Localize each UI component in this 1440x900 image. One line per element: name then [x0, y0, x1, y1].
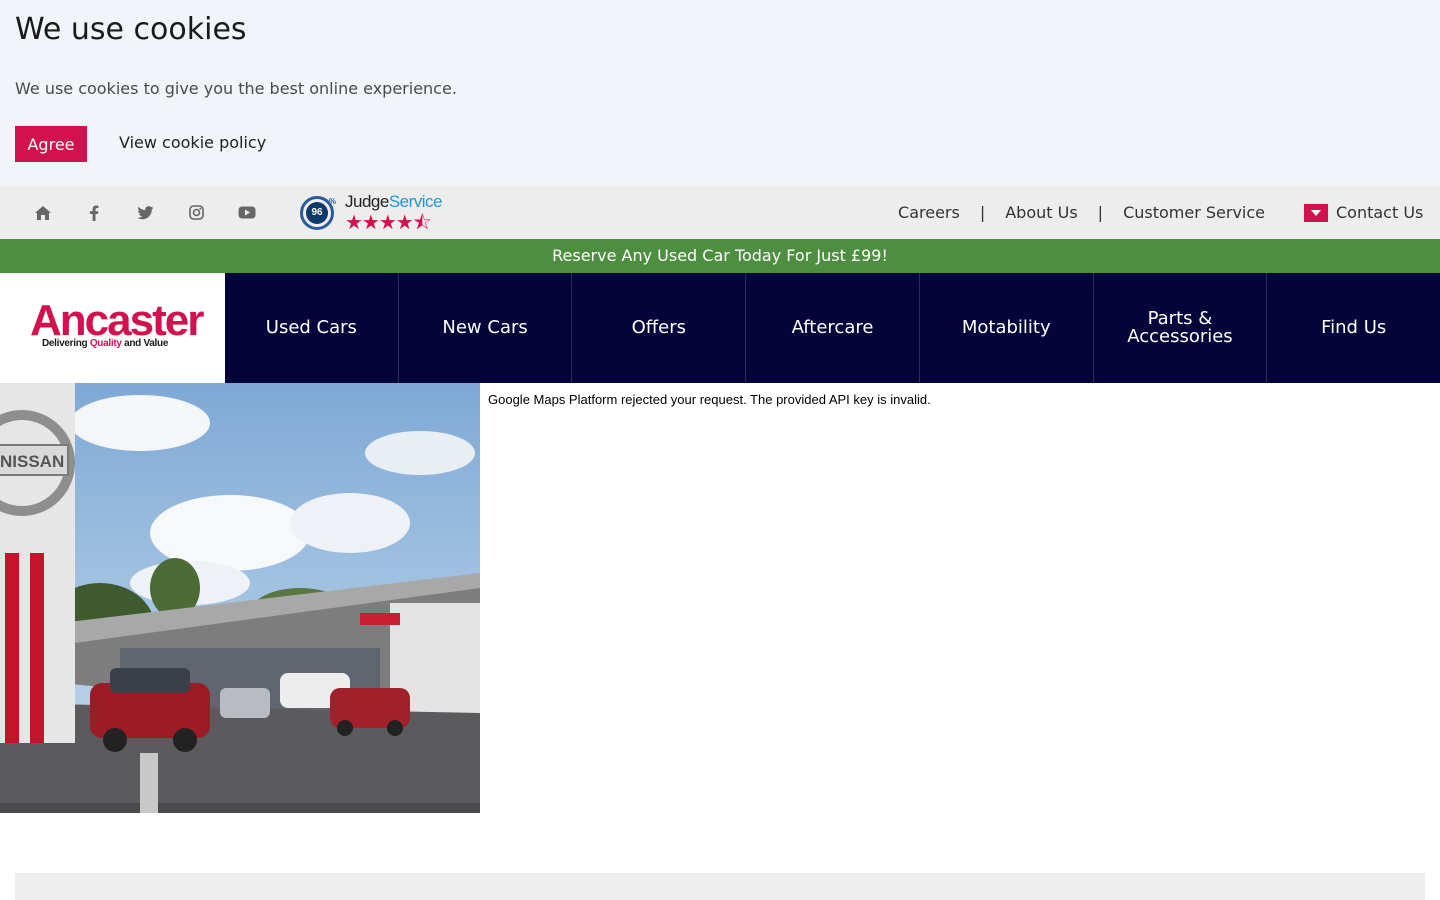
social-links [30, 186, 285, 239]
content-panel [15, 873, 1425, 900]
promo-banner[interactable]: Reserve Any Used Car Today For Just £99! [0, 239, 1440, 273]
nav-new-cars[interactable]: New Cars [397, 273, 572, 383]
utility-bar: 96 % JudgeService ★★★★⯪ Careers | About … [0, 186, 1440, 239]
twitter-icon[interactable] [132, 200, 158, 226]
nav-used-cars[interactable]: Used Cars [225, 273, 398, 383]
judge-score-ring: 96 % [300, 196, 336, 230]
nav-aftercare[interactable]: Aftercare [745, 273, 919, 383]
youtube-icon[interactable] [234, 200, 260, 226]
about-us-link[interactable]: About Us [1005, 203, 1077, 222]
dealership-photo: NISSAN [0, 383, 480, 813]
nav-parts-accessories[interactable]: Parts & Accessories [1092, 273, 1267, 383]
logo[interactable]: Ancaster Delivering Quality and Value [0, 273, 225, 383]
judge-brand-suffix: Service [388, 192, 443, 211]
facebook-icon[interactable] [81, 200, 107, 226]
judge-service-badge[interactable]: 96 % JudgeService ★★★★⯪ [300, 191, 450, 235]
judge-brand-prefix: Judge [345, 192, 389, 211]
instagram-icon[interactable] [183, 200, 209, 226]
agree-button[interactable]: Agree [15, 126, 87, 162]
cookie-message: We use cookies to give you the best onli… [15, 79, 457, 98]
customer-service-link[interactable]: Customer Service [1123, 203, 1265, 222]
view-cookie-policy-link[interactable]: View cookie policy [119, 133, 266, 152]
contact-us-dropdown[interactable]: Contact Us [1304, 186, 1423, 239]
home-icon[interactable] [30, 200, 56, 226]
judge-score: 96 [306, 202, 328, 224]
judge-score-suffix: % [328, 197, 336, 206]
nav-motability[interactable]: Motability [918, 273, 1093, 383]
nav-find-us[interactable]: Find Us [1266, 273, 1440, 383]
chevron-down-icon [1304, 203, 1328, 222]
judge-service-logo: JudgeService [345, 192, 443, 212]
logo-wordmark: Ancaster [30, 296, 204, 345]
map-error-message: Google Maps Platform rejected your reque… [488, 392, 931, 407]
cookie-banner: We use cookies We use cookies to give yo… [0, 0, 1440, 186]
cookie-title: We use cookies [15, 12, 247, 47]
nissan-sign-text: NISSAN [0, 452, 64, 471]
careers-link[interactable]: Careers [898, 203, 960, 222]
contact-us-label: Contact Us [1336, 203, 1424, 222]
main-nav: Used Cars New Cars Offers Aftercare Mota… [225, 273, 1440, 383]
rating-stars: ★★★★⯪ [345, 210, 432, 234]
separator: | [1097, 203, 1104, 222]
logo-tagline: Delivering Quality and Value [42, 338, 169, 349]
top-links: Careers | About Us | Customer Service [898, 186, 1265, 239]
separator: | [979, 203, 986, 222]
nav-offers[interactable]: Offers [571, 273, 745, 383]
